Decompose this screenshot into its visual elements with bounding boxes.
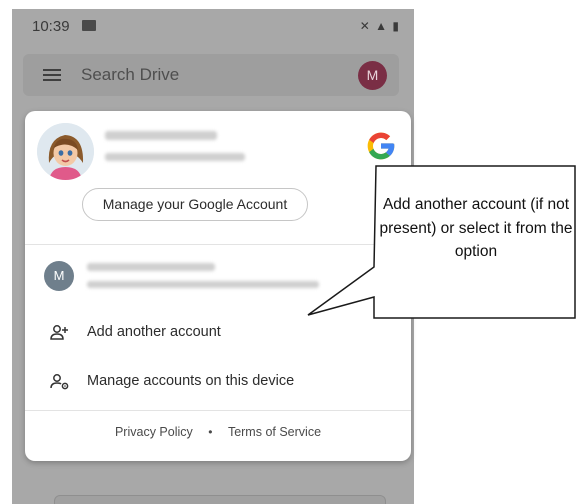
profile-avatar	[37, 123, 94, 180]
add-person-icon	[50, 325, 68, 340]
signal-icon: ▲	[375, 19, 389, 33]
search-bar[interactable]: Search Drive M	[23, 54, 399, 96]
callout-text: Add another account (if not present) or …	[379, 196, 573, 260]
account-name-redacted	[105, 131, 217, 140]
status-icons: ✕ ▲ ▮	[360, 19, 400, 33]
account-avatar[interactable]: M	[358, 61, 387, 90]
hamburger-menu-icon[interactable]	[43, 69, 61, 81]
secondary-account-avatar: M	[44, 261, 74, 291]
add-another-account-label: Add another account	[87, 324, 221, 340]
footer-links: Privacy Policy • Terms of Service	[25, 424, 411, 439]
secondary-account-email-redacted	[87, 281, 319, 288]
image-icon	[82, 20, 96, 31]
battery-icon: ▮	[392, 19, 400, 33]
privacy-policy-link[interactable]: Privacy Policy	[115, 425, 193, 439]
mute-icon: ✕	[359, 19, 371, 33]
background-card	[54, 495, 386, 504]
footer-separator: •	[208, 424, 213, 439]
account-email-redacted	[105, 153, 245, 161]
search-input[interactable]: Search Drive	[81, 65, 179, 85]
divider	[25, 410, 411, 411]
secondary-account-name-redacted	[87, 263, 215, 271]
manage-accounts-label: Manage accounts on this device	[87, 373, 295, 389]
terms-of-service-link[interactable]: Terms of Service	[228, 425, 321, 439]
status-bar: 10:39 ✕ ▲ ▮	[12, 9, 414, 43]
manage-accounts-item[interactable]: Manage accounts on this device	[25, 364, 411, 400]
manage-google-account-button[interactable]: Manage your Google Account	[82, 188, 308, 221]
manage-accounts-icon	[50, 374, 69, 390]
status-time: 10:39	[32, 18, 70, 35]
